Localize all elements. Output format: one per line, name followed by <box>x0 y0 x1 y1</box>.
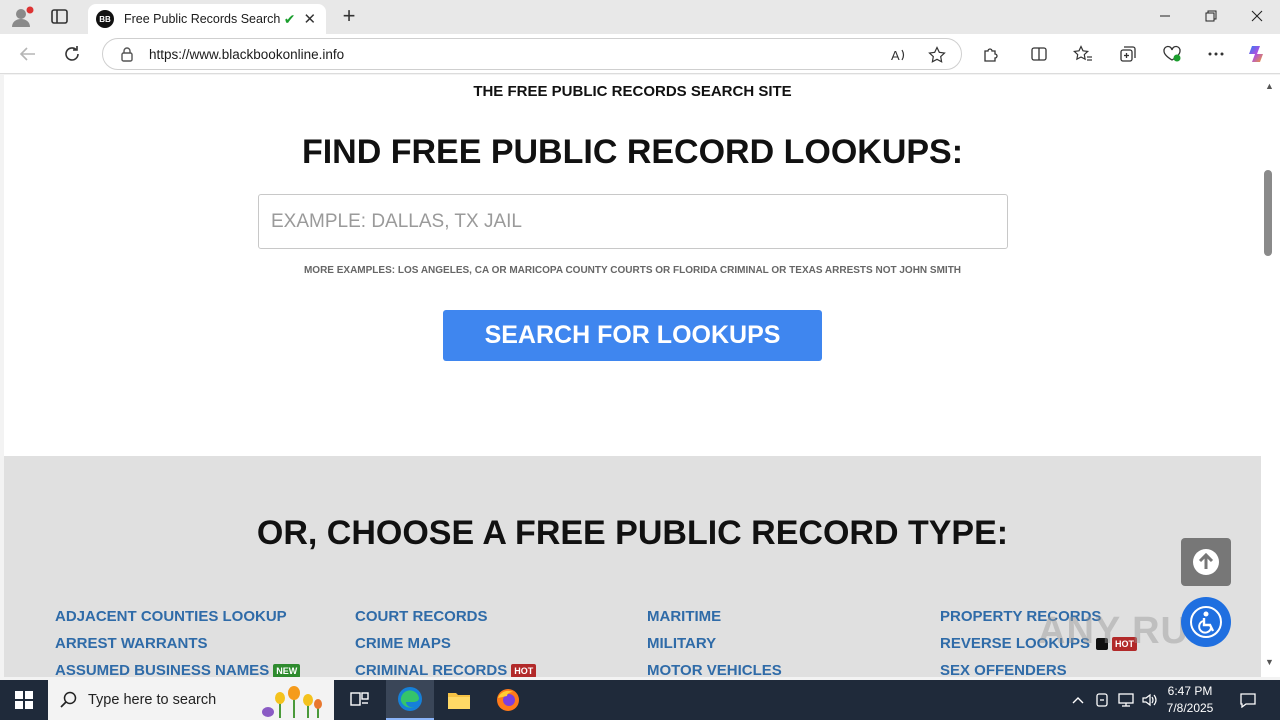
search-lookups-button[interactable]: SEARCH FOR LOOKUPS <box>443 310 822 361</box>
new-badge: NEW <box>273 663 301 677</box>
record-types-title: OR, CHOOSE A FREE PUBLIC RECORD TYPE: <box>256 514 1009 552</box>
site-favicon-icon: BB <box>96 10 114 28</box>
close-tab-icon[interactable]: ✕ <box>301 10 318 28</box>
lookup-search-input[interactable] <box>258 194 1008 249</box>
record-link-military[interactable]: MILITARY <box>647 635 716 652</box>
svg-text:A: A <box>891 48 900 63</box>
record-link-motor-vehicles[interactable]: MOTOR VEHICLES <box>647 662 782 677</box>
search-examples-text: MORE EXAMPLES: LOS ANGELES, CA OR MARICO… <box>303 265 962 276</box>
favorite-star-icon[interactable] <box>927 45 947 65</box>
site-tagline: THE FREE PUBLIC RECORDS SEARCH SITE <box>473 83 792 100</box>
record-link-criminal-records[interactable]: CRIMINAL RECORDS HOT <box>355 662 537 677</box>
device-icon[interactable] <box>1092 690 1112 710</box>
read-aloud-icon[interactable]: A <box>889 45 909 65</box>
site-info-lock-icon[interactable] <box>119 46 135 62</box>
accessibility-button[interactable] <box>1181 597 1231 647</box>
profile-icon[interactable] <box>10 6 34 28</box>
hot-badge: HOT <box>511 663 537 677</box>
edge-taskbar-icon[interactable] <box>386 680 434 720</box>
record-link-assumed-business-names[interactable]: ASSUMED BUSINESS NAMES NEW <box>55 662 301 677</box>
minimize-icon[interactable] <box>1142 6 1188 28</box>
system-clock[interactable]: 6:47 PM 7/8/2025 <box>1160 683 1220 717</box>
scroll-down-arrow-icon[interactable]: ▼ <box>1265 657 1274 667</box>
browser-toolbar: https://www.blackbookonline.info A <box>0 34 1280 74</box>
hero-title: FIND FREE PUBLIC RECORD LOOKUPS: <box>301 133 964 171</box>
copilot-icon[interactable] <box>1247 43 1269 65</box>
back-arrow-icon[interactable] <box>16 42 40 66</box>
show-hidden-icons-icon[interactable] <box>1068 690 1088 710</box>
favorites-icon[interactable] <box>1072 43 1094 65</box>
more-options-icon[interactable] <box>1205 43 1227 65</box>
browser-tab[interactable]: BB Free Public Records Searches ✔ ✕ <box>88 4 326 34</box>
tab-title: Free Public Records Searches <box>124 12 280 26</box>
taskbar-search-box[interactable]: Type here to search <box>48 680 334 720</box>
clock-date: 7/8/2025 <box>1166 701 1214 715</box>
verified-check-icon: ✔ <box>283 10 296 27</box>
start-button[interactable] <box>0 680 48 720</box>
windows-taskbar: Type here to search 6:47 PM 7/8/2025 <box>0 680 1280 720</box>
close-window-icon[interactable] <box>1234 6 1280 28</box>
record-link-arrest-warrants[interactable]: ARREST WARRANTS <box>55 635 208 652</box>
task-view-icon[interactable] <box>336 680 384 720</box>
scroll-to-top-button[interactable] <box>1181 538 1231 586</box>
scroll-up-arrow-icon[interactable]: ▲ <box>1265 81 1274 91</box>
record-link-sex-offenders[interactable]: SEX OFFENDERS <box>940 662 1067 677</box>
collections-icon[interactable] <box>1117 43 1139 65</box>
browser-essentials-icon[interactable] <box>1161 43 1183 65</box>
taskbar-search-placeholder: Type here to search <box>88 692 217 708</box>
restore-icon[interactable] <box>1188 6 1234 28</box>
tab-actions-icon[interactable] <box>50 8 70 26</box>
arrow-up-circle-icon <box>1193 549 1219 575</box>
windows-logo-icon <box>15 691 33 709</box>
volume-icon[interactable] <box>1140 690 1160 710</box>
tulips-illustration-icon <box>262 686 322 718</box>
page-viewport: THE FREE PUBLIC RECORDS SEARCH SITE FIND… <box>4 75 1261 677</box>
clock-time: 6:47 PM <box>1167 684 1213 698</box>
address-bar[interactable]: https://www.blackbookonline.info A <box>102 38 962 70</box>
split-screen-icon[interactable] <box>1028 43 1050 65</box>
search-icon <box>60 691 77 708</box>
record-link-court-records[interactable]: COURT RECORDS <box>355 608 488 625</box>
network-icon[interactable] <box>1116 690 1136 710</box>
record-link-maritime[interactable]: MARITIME <box>647 608 721 625</box>
browser-titlebar: BB Free Public Records Searches ✔ ✕ + <box>0 0 1280 34</box>
url-text[interactable]: https://www.blackbookonline.info <box>149 47 344 62</box>
accessibility-icon <box>1190 606 1222 638</box>
page-scrollbar[interactable]: ▲ ▼ <box>1261 75 1280 677</box>
file-explorer-icon[interactable] <box>435 680 483 720</box>
refresh-icon[interactable] <box>60 42 84 66</box>
extensions-icon[interactable] <box>980 43 1002 65</box>
firefox-icon[interactable] <box>484 680 532 720</box>
record-link-adjacent-counties[interactable]: ADJACENT COUNTIES LOOKUP <box>55 608 287 625</box>
scroll-thumb[interactable] <box>1264 170 1272 256</box>
notifications-icon[interactable] <box>1238 690 1258 710</box>
record-link-crime-maps[interactable]: CRIME MAPS <box>355 635 451 652</box>
new-tab-button[interactable]: + <box>338 5 360 28</box>
